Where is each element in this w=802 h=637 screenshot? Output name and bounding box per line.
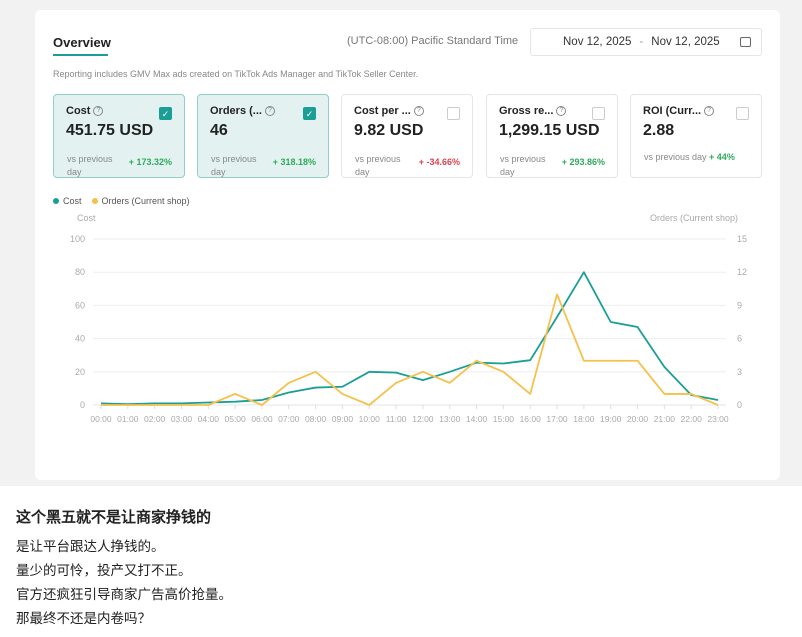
post-line: 那最终不还是内卷吗？: [16, 611, 151, 626]
x-tick-label: 18:00: [573, 414, 595, 424]
x-tick-label: 05:00: [224, 414, 246, 424]
x-tick-label: 19:00: [600, 414, 622, 424]
y-tick-right: 9: [737, 300, 742, 310]
x-tick-label: 16:00: [520, 414, 542, 424]
y-tick-right: 12: [737, 267, 747, 277]
orders-line: [101, 293, 719, 406]
y-tick-left: 0: [80, 400, 85, 410]
post-title: 这个黑五就不是让商家挣钱的: [16, 509, 212, 526]
post-line: 是让平台跟达人挣钱的。: [16, 539, 165, 554]
post-line: 官方还疯狂引导商家广告高价抢量。: [16, 587, 232, 602]
x-tick-label: 22:00: [681, 414, 703, 424]
x-tick-label: 06:00: [251, 414, 273, 424]
post-line: 量少的可怜，投产又打不正。: [16, 563, 192, 578]
x-tick-label: 01:00: [117, 414, 139, 424]
x-tick-label: 15:00: [493, 414, 515, 424]
x-tick-label: 20:00: [627, 414, 649, 424]
overview-card: Overview (UTC-08:00) Pacific Standard Ti…: [35, 10, 780, 480]
x-tick-label: 02:00: [144, 414, 166, 424]
x-tick-label: 17:00: [546, 414, 568, 424]
y-tick-left: 80: [75, 267, 85, 277]
y-axis-title-left: Cost: [77, 213, 96, 223]
x-tick-label: 10:00: [359, 414, 381, 424]
x-tick-label: 03:00: [171, 414, 193, 424]
x-tick-label: 11:00: [386, 414, 407, 424]
post-text: 这个黑五就不是让商家挣钱的 是让平台跟达人挣钱的。 量少的可怜，投产又打不正。 …: [16, 506, 232, 631]
y-tick-right: 15: [737, 234, 747, 244]
y-tick-left: 20: [75, 367, 85, 377]
y-axis-title-right: Orders (Current shop): [650, 213, 738, 223]
y-tick-right: 0: [737, 400, 742, 410]
x-tick-label: 14:00: [466, 414, 488, 424]
y-tick-right: 6: [737, 334, 742, 344]
x-tick-label: 12:00: [412, 414, 434, 424]
x-tick-label: 08:00: [305, 414, 327, 424]
y-tick-left: 40: [75, 334, 85, 344]
y-tick-right: 3: [737, 367, 742, 377]
line-chart: Cost Orders (Current shop) 0 0 20 3 40 6 60 9 80 12…: [70, 213, 747, 424]
x-tick-label: 13:00: [439, 414, 461, 424]
y-tick-left: 100: [70, 234, 85, 244]
x-tick-label: 00:00: [90, 414, 112, 424]
screenshot-area: Overview (UTC-08:00) Pacific Standard Ti…: [0, 0, 802, 486]
y-tick-left: 60: [75, 300, 85, 310]
x-tick-label: 23:00: [707, 414, 729, 424]
x-tick-label: 07:00: [278, 414, 300, 424]
x-tick-label: 21:00: [654, 414, 676, 424]
x-tick-label: 04:00: [198, 414, 220, 424]
x-tick-label: 09:00: [332, 414, 354, 424]
